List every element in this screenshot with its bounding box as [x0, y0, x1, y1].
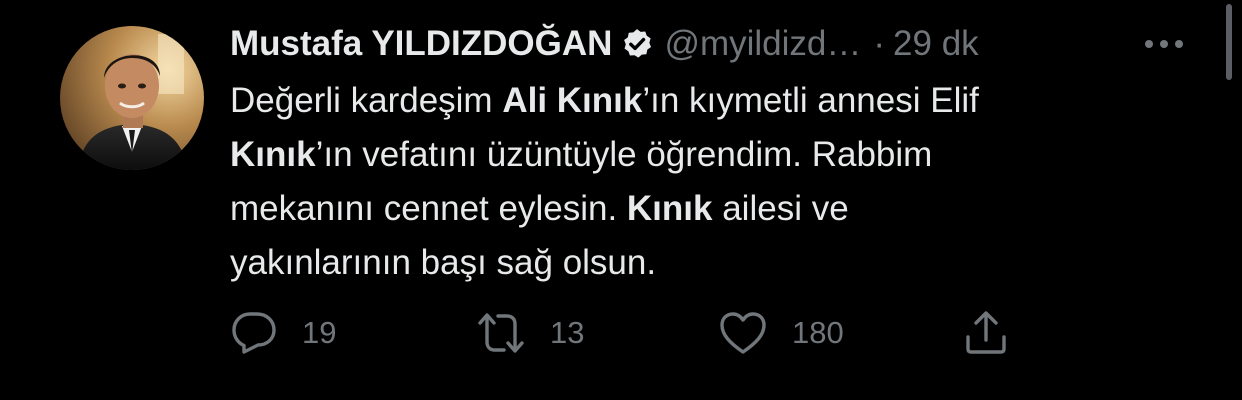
tweet-timestamp[interactable]: 29 dk — [893, 24, 979, 64]
mention-bold: Kınık — [230, 135, 316, 174]
reply-button[interactable]: 19 — [230, 308, 336, 358]
tweet-line: Değerli kardeşim Ali Kınık’ın kıymetli a… — [230, 74, 1130, 128]
tweet-line: mekanını cennet eylesin. Kınık ailesi ve — [230, 182, 1130, 236]
reply-count: 19 — [302, 315, 337, 350]
text-segment: yakınlarının başı sağ olsun. — [230, 243, 657, 282]
share-button[interactable] — [962, 308, 1010, 358]
like-button[interactable]: 180 — [718, 308, 844, 358]
more-icon[interactable] — [1142, 32, 1186, 56]
tweet-header: Mustafa YILDIZDOĞAN @myildizd… · 29 dk — [230, 18, 979, 70]
text-segment: ’ın kıymetli annesi Elif — [642, 81, 979, 120]
tweet-actions: 19 13 180 — [230, 308, 1030, 358]
author-handle[interactable]: @myildizd… — [664, 24, 861, 64]
tweet[interactable]: Mustafa YILDIZDOĞAN @myildizd… · 29 dk D… — [0, 0, 1242, 400]
mention-bold: Ali Kınık — [502, 81, 643, 120]
retweet-count: 13 — [550, 315, 585, 350]
share-icon — [962, 309, 1010, 357]
like-count: 180 — [792, 315, 844, 350]
reply-icon — [230, 310, 278, 356]
author-name[interactable]: Mustafa YILDIZDOĞAN — [230, 24, 612, 64]
retweet-button[interactable]: 13 — [476, 308, 584, 358]
retweet-icon — [476, 310, 526, 356]
mention-bold: Kınık — [626, 189, 713, 228]
separator-dot: · — [873, 24, 886, 63]
like-icon — [718, 310, 768, 356]
text-segment: ’ın vefatını üzüntüyle öğrendim. Rabbim — [315, 135, 933, 174]
tweet-line: yakınlarının başı sağ olsun. — [230, 236, 1130, 290]
tweet-text: Değerli kardeşim Ali Kınık’ın kıymetli a… — [230, 74, 1130, 290]
scrollbar[interactable] — [1226, 4, 1232, 80]
text-segment: mekanını cennet eylesin. — [230, 189, 627, 228]
avatar[interactable] — [60, 26, 204, 170]
text-segment: Değerli kardeşim — [230, 81, 503, 120]
text-segment: ailesi ve — [712, 189, 849, 228]
tweet-line: Kınık’ın vefatını üzüntüyle öğrendim. Ra… — [230, 128, 1130, 182]
verified-badge-icon — [620, 27, 654, 61]
